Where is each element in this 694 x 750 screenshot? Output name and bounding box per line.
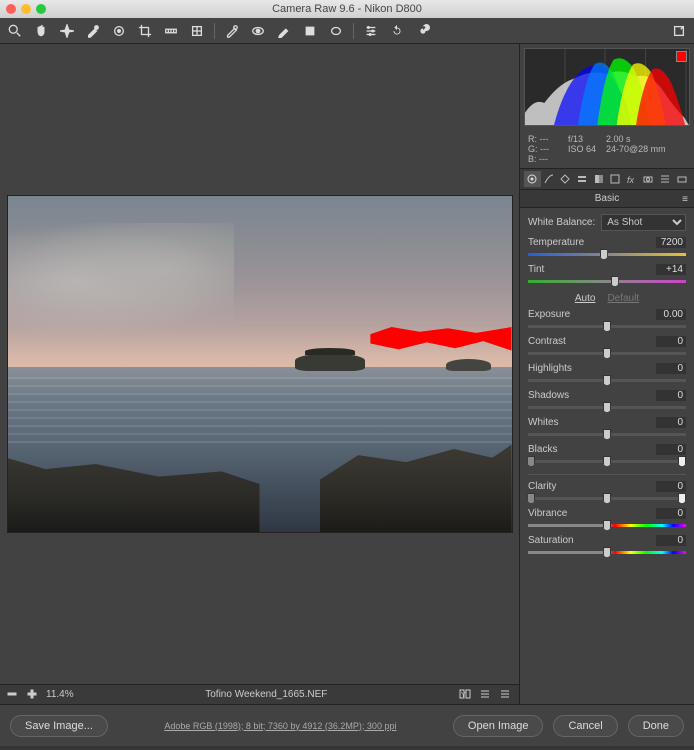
- white-balance-select[interactable]: As Shot: [601, 214, 686, 231]
- zoom-in-icon[interactable]: [26, 688, 40, 702]
- red-eye-tool-icon[interactable]: [249, 22, 267, 40]
- highlight-clipping-indicator[interactable]: [676, 51, 687, 62]
- svg-text:fx: fx: [627, 175, 635, 185]
- open-image-button[interactable]: Open Image: [453, 715, 544, 737]
- whites-value[interactable]: 0: [656, 417, 686, 428]
- pane-title: Basic: [595, 193, 619, 204]
- tab-effects[interactable]: fx: [624, 171, 641, 187]
- color-sampler-tool-icon[interactable]: [84, 22, 102, 40]
- graduated-filter-icon[interactable]: [301, 22, 319, 40]
- saturation-value[interactable]: 0: [656, 535, 686, 546]
- contrast-value[interactable]: 0: [656, 336, 686, 347]
- vibrance-value[interactable]: 0: [656, 508, 686, 519]
- adjustments-panel: R: --- G: --- B: --- f/13 ISO 64 2.00 s …: [519, 44, 694, 704]
- highlights-slider[interactable]: [528, 375, 686, 387]
- lens-value: 24-70@28 mm: [606, 144, 666, 154]
- contrast-slider[interactable]: [528, 348, 686, 360]
- tab-split-toning[interactable]: [590, 171, 607, 187]
- window-title: Camera Raw 9.6 - Nikon D800: [0, 3, 694, 15]
- zoom-tool-icon[interactable]: [6, 22, 24, 40]
- temperature-slider[interactable]: [528, 249, 686, 261]
- white-balance-label: White Balance:: [528, 217, 595, 228]
- auto-link[interactable]: Auto: [575, 293, 596, 304]
- tab-calibration[interactable]: [640, 171, 657, 187]
- highlights-value[interactable]: 0: [656, 363, 686, 374]
- vibrance-slider[interactable]: [528, 520, 686, 532]
- panel-tabs: fx: [520, 169, 694, 190]
- blacks-value[interactable]: 0: [656, 444, 686, 455]
- straighten-tool-icon[interactable]: [162, 22, 180, 40]
- tab-presets[interactable]: [657, 171, 674, 187]
- shutter-value: 2.00 s: [606, 134, 666, 144]
- radial-filter-icon[interactable]: [327, 22, 345, 40]
- tint-value[interactable]: +14: [656, 264, 686, 275]
- default-link[interactable]: Default: [607, 293, 639, 304]
- exposure-slider[interactable]: [528, 321, 686, 333]
- rotate-ccw-icon[interactable]: [388, 22, 406, 40]
- white-balance-tool-icon[interactable]: [58, 22, 76, 40]
- exposure-value[interactable]: 0.00: [656, 309, 686, 320]
- cancel-button[interactable]: Cancel: [553, 715, 617, 737]
- histogram[interactable]: [524, 48, 690, 126]
- adjustment-brush-icon[interactable]: [275, 22, 293, 40]
- preview-image[interactable]: [7, 195, 513, 533]
- footer: Save Image... Adobe RGB (1998); 8 bit; 7…: [0, 704, 694, 746]
- saturation-slider[interactable]: [528, 547, 686, 559]
- temperature-value[interactable]: 7200: [656, 237, 686, 248]
- preview-area[interactable]: [0, 44, 519, 684]
- hand-tool-icon[interactable]: [32, 22, 50, 40]
- filename: Tofino Weekend_1665.NEF: [176, 689, 357, 700]
- rotate-cw-icon[interactable]: [414, 22, 432, 40]
- transform-tool-icon[interactable]: [188, 22, 206, 40]
- shadows-slider[interactable]: [528, 402, 686, 414]
- targeted-adjustment-tool-icon[interactable]: [110, 22, 128, 40]
- clarity-value[interactable]: 0: [656, 481, 686, 492]
- preferences-icon[interactable]: [362, 22, 380, 40]
- separator: [353, 23, 354, 39]
- save-image-button[interactable]: Save Image...: [10, 715, 108, 737]
- tab-hsl[interactable]: [574, 171, 591, 187]
- iso-value: ISO 64: [568, 144, 596, 154]
- titlebar: Camera Raw 9.6 - Nikon D800: [0, 0, 694, 18]
- aperture-value: f/13: [568, 134, 596, 144]
- crop-tool-icon[interactable]: [136, 22, 154, 40]
- shadows-value[interactable]: 0: [656, 390, 686, 401]
- tab-curve[interactable]: [541, 171, 558, 187]
- zoom-level[interactable]: 11.4%: [46, 689, 74, 700]
- compare-mode-icon[interactable]: Y: [459, 688, 473, 702]
- separator: [214, 23, 215, 39]
- workflow-options-link[interactable]: Adobe RGB (1998); 8 bit; 7360 by 4912 (3…: [164, 721, 396, 731]
- clarity-slider[interactable]: [528, 493, 686, 505]
- toolbar: [0, 18, 694, 44]
- pane-menu-icon[interactable]: ≡: [682, 194, 688, 205]
- pane-header: Basic ≡: [520, 190, 694, 208]
- blacks-slider[interactable]: [528, 456, 686, 468]
- tab-basic[interactable]: [524, 171, 541, 187]
- done-button[interactable]: Done: [628, 715, 684, 737]
- file-bar: 11.4% Tofino Weekend_1665.NEF Y: [0, 684, 519, 704]
- rating-icon[interactable]: [479, 688, 493, 702]
- tab-detail[interactable]: [557, 171, 574, 187]
- spot-removal-tool-icon[interactable]: [223, 22, 241, 40]
- svg-text:Y: Y: [461, 692, 466, 699]
- tab-snapshots[interactable]: [673, 171, 690, 187]
- filmstrip-toggle-icon[interactable]: [499, 688, 513, 702]
- tab-lens[interactable]: [607, 171, 624, 187]
- readout: R: --- G: --- B: --- f/13 ISO 64 2.00 s …: [520, 130, 694, 169]
- whites-slider[interactable]: [528, 429, 686, 441]
- zoom-out-icon[interactable]: [6, 688, 20, 702]
- mark-for-delete-icon[interactable]: [670, 22, 688, 40]
- tint-slider[interactable]: [528, 276, 686, 288]
